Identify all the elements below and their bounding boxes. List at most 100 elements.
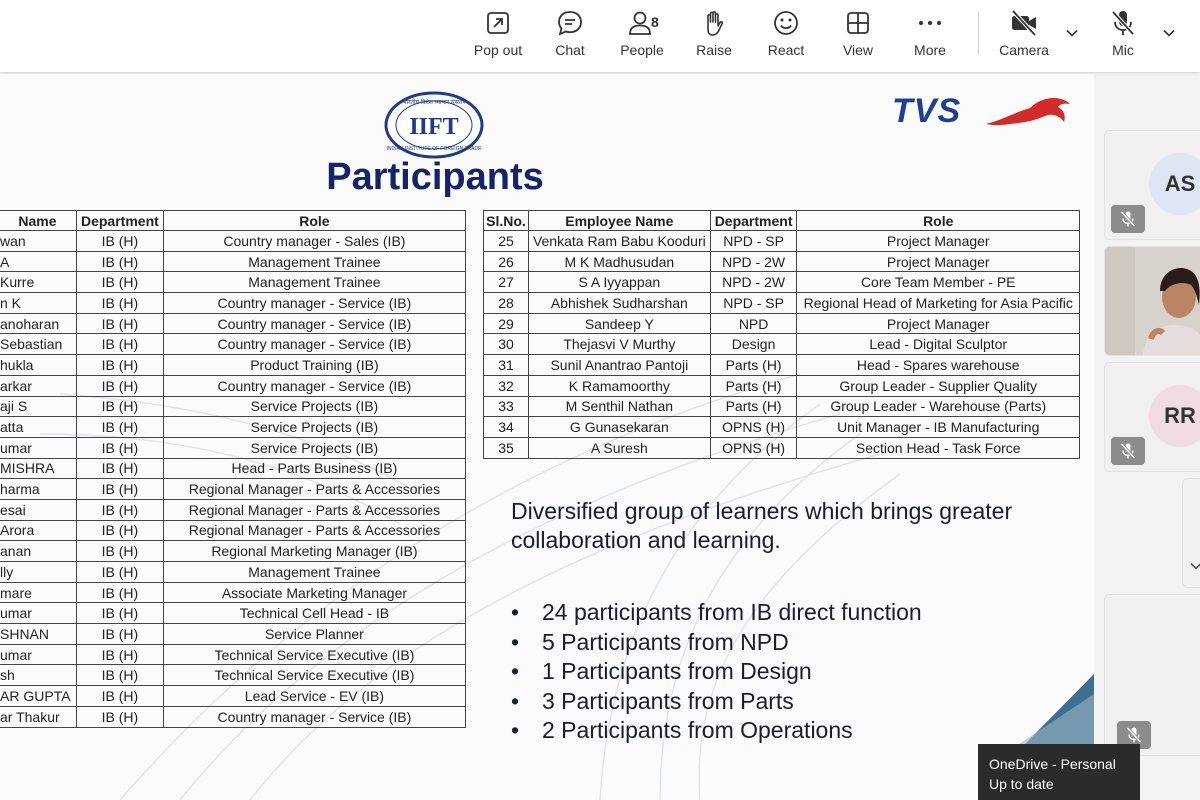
cell-sl-no: 30: [483, 333, 529, 356]
chevron-down-icon: [1190, 562, 1200, 570]
table-row: umar IB (H) Service Projects (IB): [0, 436, 467, 459]
tvs-logo: TVS: [892, 92, 1074, 132]
cell-role: Service Projects (IB): [162, 436, 467, 459]
table-row: wan IB (H) Country manager - Sales (IB): [0, 230, 467, 252]
cell-employee-name: Sandeep Y: [527, 312, 711, 335]
table-row: atta IB (H) Service Projects (IB): [0, 416, 467, 438]
camera-options-chevron-icon[interactable]: [1063, 24, 1081, 42]
cell-role: Regional Manager - Parts & Accessories: [162, 478, 467, 500]
onedrive-status-toast[interactable]: OneDrive - Personal Up to date: [978, 744, 1140, 800]
cell-employee-name: G Gunasekaran: [527, 416, 711, 438]
more-button[interactable]: More: [898, 8, 962, 66]
cell-role: Project Manager: [796, 250, 1080, 273]
participant-tile[interactable]: [1104, 594, 1200, 756]
cell-role: Group Leader - Supplier Quality: [796, 374, 1080, 397]
bullet-text: 2 Participants from Operations: [542, 717, 853, 743]
cell-department: Design: [709, 333, 798, 356]
mic-button[interactable]: Mic: [1091, 8, 1155, 66]
list-item: • 3 Participants from Parts: [511, 688, 922, 718]
pop-out-button[interactable]: Pop out: [466, 8, 530, 66]
cell-role: Country manager - Service (IB): [162, 374, 467, 397]
cell-sl-no: 31: [483, 354, 529, 376]
table-row: anan IB (H) Regional Marketing Manager (IB…: [0, 540, 467, 562]
cell-name: umar: [0, 602, 77, 625]
cell-name: SHNAN: [0, 623, 77, 645]
table-row: umar IB (H) Technical Cell Head - IB: [0, 602, 467, 625]
avatar: RR: [1149, 385, 1200, 447]
cell-department: NPD: [709, 312, 798, 335]
participant-tile[interactable]: RR: [1104, 362, 1200, 472]
table-row: umar IB (H) Technical Service Executive (I…: [0, 643, 467, 666]
mic-label: Mic: [1112, 42, 1134, 58]
cell-department: NPD - 2W: [709, 250, 798, 273]
cell-department: IB (H): [75, 498, 164, 521]
cell-name: MISHRA: [0, 457, 77, 480]
grid-view-icon: [847, 12, 869, 34]
cell-employee-name: Thejasvi V Murthy: [527, 333, 711, 356]
cell-role: Service Projects (IB): [162, 416, 467, 438]
view-button[interactable]: View: [826, 8, 890, 66]
participant-video-feed: [1105, 247, 1200, 355]
cell-department: Parts (H): [709, 395, 798, 418]
people-button[interactable]: People: [610, 8, 674, 66]
cell-department: IB (H): [75, 333, 164, 356]
react-button[interactable]: React: [754, 8, 818, 66]
cell-department: IB (H): [75, 395, 164, 418]
cell-role: Service Projects (IB): [162, 395, 467, 418]
participant-tile[interactable]: AS: [1104, 130, 1200, 240]
cell-name: mare: [0, 581, 77, 604]
toolbar-divider: [978, 12, 979, 54]
cell-department: IB (H): [75, 705, 164, 728]
participant-tile-partial[interactable]: [1182, 478, 1200, 588]
tvs-logo-text: TVS: [892, 92, 962, 130]
cell-role: Management Trainee: [162, 271, 467, 294]
cell-sl-no: 34: [483, 416, 529, 438]
header-role: Role: [796, 210, 1080, 231]
cell-role: Group Leader - Warehouse (Parts): [796, 395, 1080, 418]
people-label: People: [620, 42, 664, 58]
chat-label: Chat: [555, 42, 585, 58]
cell-department: OPNS (H): [709, 416, 798, 438]
more-label: More: [914, 42, 946, 58]
list-item: • 2 Participants from Operations: [511, 717, 922, 747]
table-row: lly IB (H) Management Trainee: [0, 561, 467, 583]
mic-options-chevron-icon[interactable]: [1160, 24, 1178, 42]
chat-button[interactable]: Chat: [538, 8, 602, 66]
cell-sl-no: 27: [483, 271, 529, 294]
cell-name: esai: [0, 498, 77, 521]
cell-employee-name: Abhishek Sudharshan: [527, 292, 711, 314]
cell-role: Unit Manager - IB Manufacturing: [796, 416, 1080, 438]
cell-department: OPNS (H): [709, 436, 798, 459]
table-row: MISHRA IB (H) Head - Parts Business (IB): [0, 457, 467, 480]
muted-indicator: [1111, 437, 1145, 465]
table-row: 28 Abhishek Sudharshan NPD - SP Regional He…: [483, 292, 1080, 314]
table-row: 29 Sandeep Y NPD Project Manager: [483, 312, 1080, 335]
cell-department: NPD - SP: [709, 292, 798, 314]
bullet-dot: •: [511, 658, 520, 684]
cell-sl-no: 26: [483, 250, 529, 273]
people-count-badge: 8: [651, 14, 659, 30]
camera-button[interactable]: Camera: [992, 8, 1056, 66]
cell-department: Parts (H): [709, 354, 798, 376]
cell-role: Project Manager: [796, 230, 1080, 252]
participant-video-tile[interactable]: [1104, 246, 1200, 356]
bullet-dot: •: [511, 628, 520, 655]
table-row: sh IB (H) Technical Service Executive (IB): [0, 664, 467, 687]
meeting-toolbar: Pop out Chat People 8 Raise React View M…: [0, 0, 1200, 72]
cell-department: IB (H): [75, 623, 164, 645]
svg-text:IIFT: IIFT: [409, 114, 458, 140]
cell-role: Management Trainee: [162, 250, 467, 273]
cell-department: IB (H): [75, 664, 164, 687]
participants-table-left: Name Department Role wan IB (H) Country ma…: [0, 210, 467, 728]
cell-role: Lead Service - EV (IB): [162, 685, 467, 707]
cell-role: Project Manager: [796, 312, 1080, 335]
cell-name: n K: [0, 292, 77, 314]
cell-name: anan: [0, 540, 77, 562]
cell-name: AR GUPTA: [0, 685, 77, 707]
cell-name: lly: [0, 561, 77, 583]
cell-role: Regional Marketing Manager (IB): [162, 540, 467, 562]
cell-role: Management Trainee: [162, 561, 467, 583]
header-role: Role: [162, 210, 467, 231]
cell-employee-name: M K Madhusudan: [527, 250, 711, 273]
raise-hand-button[interactable]: Raise: [682, 8, 746, 66]
